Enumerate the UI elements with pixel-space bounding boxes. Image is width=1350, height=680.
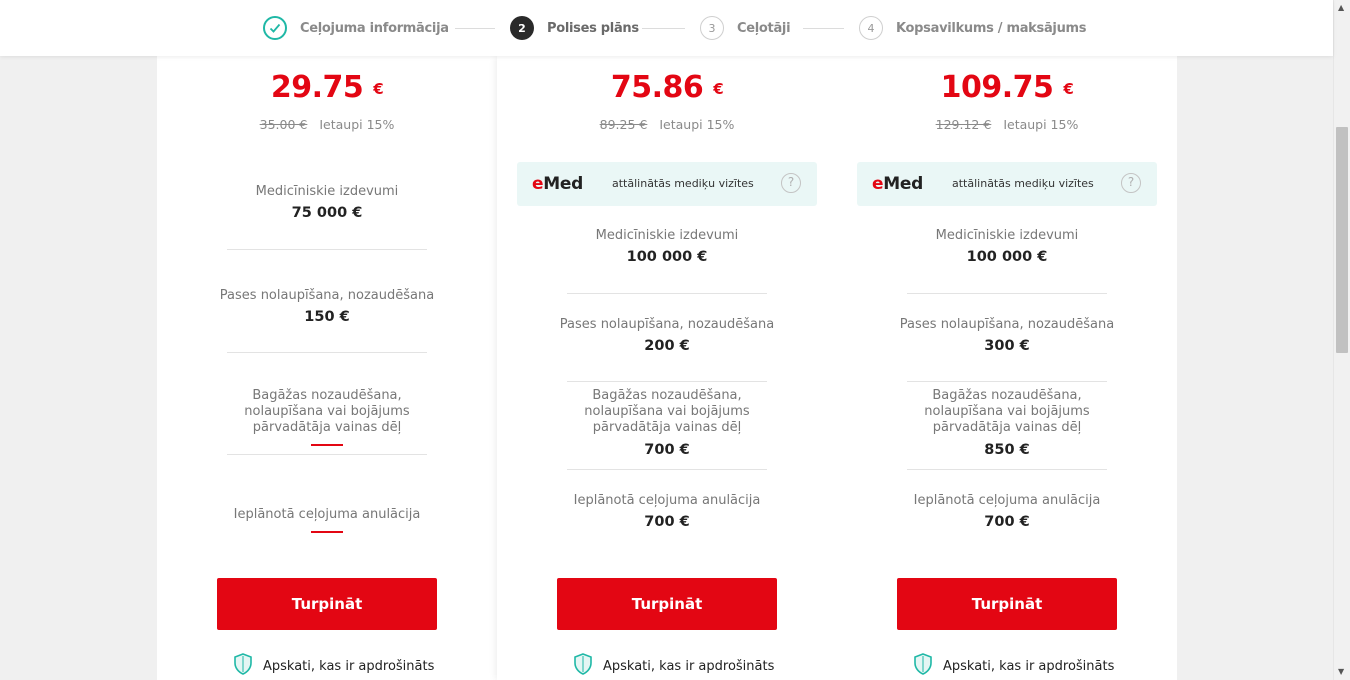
help-icon[interactable]: ? xyxy=(1121,173,1141,193)
saving-text: Ietaupi 15% xyxy=(659,117,735,132)
step-number: 3 xyxy=(700,16,724,40)
cancellation-label: Ieplānotā ceļojuma anulācija xyxy=(233,507,421,522)
baggage-value: 700 € xyxy=(644,442,690,458)
scroll-up-icon[interactable]: ▲ xyxy=(1338,3,1344,12)
step-label: Kopsavilkums / maksājums xyxy=(896,20,1087,36)
plan-price: 29.75 € xyxy=(270,70,384,105)
scroll-thumb[interactable] xyxy=(1336,127,1348,353)
emed-banner: eMed attālinātās mediķu vizītes ? xyxy=(857,162,1157,206)
cancellation-label: Ieplānotā ceļojuma anulācija xyxy=(573,493,761,508)
not-covered-indicator xyxy=(311,531,343,533)
baggage-label: Bagāžas nozaudēšana, nolaupīšana vai bojā… xyxy=(924,388,1090,435)
scroll-down-icon[interactable]: ▼ xyxy=(1338,667,1344,676)
view-coverage-link[interactable]: Apskati, kas ir apdrošināts xyxy=(573,653,774,679)
baggage-value: 850 € xyxy=(984,442,1030,458)
step-summary-payment[interactable]: 4 Kopsavilkums / maksājums xyxy=(859,14,1087,42)
step-connector xyxy=(803,28,844,29)
emed-banner: eMed attālinātās mediķu vizītes ? xyxy=(517,162,817,206)
vertical-scrollbar[interactable]: ▲ ▼ xyxy=(1333,0,1350,680)
plan-card-standard: 75.86 € 89.25 € Ietaupi 15% eMed attālināt… xyxy=(497,56,837,680)
emed-text: attālinātās mediķu vizītes xyxy=(612,177,754,190)
divider xyxy=(567,469,767,470)
divider xyxy=(907,469,1107,470)
plan-old-price: 35.00 € Ietaupi 15% xyxy=(259,117,395,132)
view-coverage-link[interactable]: Apskati, kas ir apdrošināts xyxy=(233,653,434,679)
medical-value: 100 000 € xyxy=(966,249,1048,265)
not-covered-indicator xyxy=(311,444,343,446)
plan-card-basic: 29.75 € 35.00 € Ietaupi 15% Medicīniskie i… xyxy=(157,56,497,680)
check-icon xyxy=(263,16,287,40)
medical-label: Medicīniskie izdevumi xyxy=(935,228,1079,243)
saving-text: Ietaupi 15% xyxy=(1003,117,1079,132)
shield-icon xyxy=(913,653,933,679)
step-travelers[interactable]: 3 Ceļotāji xyxy=(700,14,791,42)
step-number: 4 xyxy=(859,16,883,40)
step-policy-plan[interactable]: 2 Polises plāns xyxy=(510,14,639,42)
divider xyxy=(567,293,767,294)
passport-label: Pases nolaupīšana, nozaudēšana xyxy=(899,317,1115,332)
help-icon[interactable]: ? xyxy=(781,173,801,193)
plan-price: 109.75 € xyxy=(940,70,1074,105)
step-travel-info[interactable]: Ceļojuma informācija xyxy=(263,14,449,42)
medical-value: 75 000 € xyxy=(291,205,363,221)
medical-value: 100 000 € xyxy=(626,249,708,265)
medical-label: Medicīniskie izdevumi xyxy=(595,228,739,243)
divider xyxy=(227,249,427,250)
step-number: 2 xyxy=(510,16,534,40)
baggage-label: Bagāžas nozaudēšana, nolaupīšana vai bojā… xyxy=(244,388,410,435)
cancellation-value: 700 € xyxy=(984,514,1030,530)
step-label: Polises plāns xyxy=(547,20,639,36)
plan-old-price: 89.25 € Ietaupi 15% xyxy=(599,117,735,132)
divider xyxy=(227,352,427,353)
emed-text: attālinātās mediķu vizītes xyxy=(952,177,1094,190)
divider xyxy=(567,381,767,382)
passport-value: 300 € xyxy=(984,338,1030,354)
medical-label: Medicīniskie izdevumi xyxy=(255,184,399,199)
continue-button[interactable]: Turpināt xyxy=(897,578,1117,630)
continue-button[interactable]: Turpināt xyxy=(217,578,437,630)
progress-stepper: Ceļojuma informācija 2 Polises plāns 3 C… xyxy=(0,0,1333,56)
passport-value: 150 € xyxy=(304,309,350,325)
plan-card-premium: 109.75 € 129.12 € Ietaupi 15% eMed attālin… xyxy=(837,56,1177,680)
divider xyxy=(907,381,1107,382)
cancellation-label: Ieplānotā ceļojuma anulācija xyxy=(913,493,1101,508)
step-label: Ceļotāji xyxy=(737,20,791,36)
divider xyxy=(907,293,1107,294)
step-connector xyxy=(455,28,495,29)
baggage-label: Bagāžas nozaudēšana, nolaupīšana vai bojā… xyxy=(584,388,750,435)
emed-logo: eMed xyxy=(532,174,583,194)
step-connector xyxy=(642,28,685,29)
view-coverage-link[interactable]: Apskati, kas ir apdrošināts xyxy=(913,653,1114,679)
emed-logo: eMed xyxy=(872,174,923,194)
passport-label: Pases nolaupīšana, nozaudēšana xyxy=(219,288,435,303)
shield-icon xyxy=(233,653,253,679)
shield-icon xyxy=(573,653,593,679)
passport-value: 200 € xyxy=(644,338,690,354)
continue-button[interactable]: Turpināt xyxy=(557,578,777,630)
plan-old-price: 129.12 € Ietaupi 15% xyxy=(935,117,1079,132)
step-label: Ceļojuma informācija xyxy=(300,20,449,36)
plan-price: 75.86 € xyxy=(610,70,724,105)
cancellation-value: 700 € xyxy=(644,514,690,530)
saving-text: Ietaupi 15% xyxy=(319,117,395,132)
passport-label: Pases nolaupīšana, nozaudēšana xyxy=(559,317,775,332)
divider xyxy=(227,454,427,455)
